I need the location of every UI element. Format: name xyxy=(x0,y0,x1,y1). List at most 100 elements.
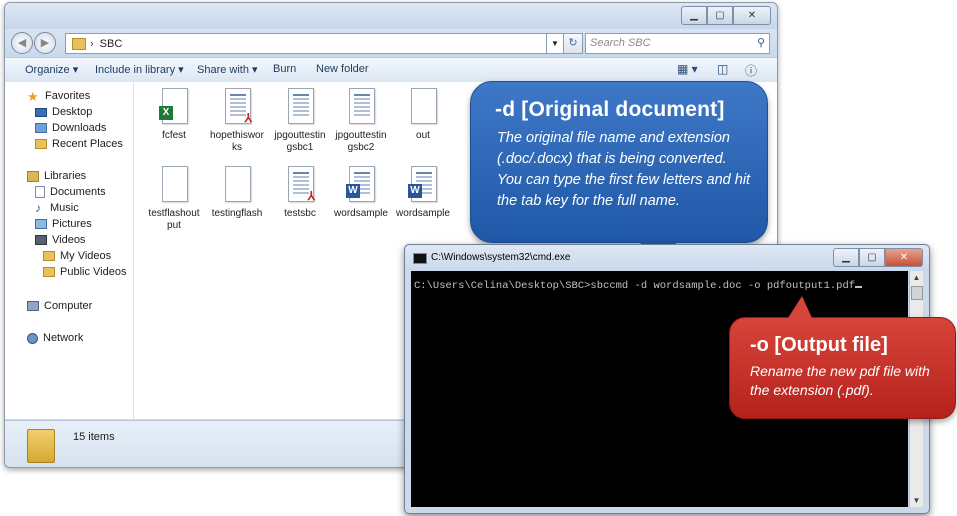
folder-icon xyxy=(43,251,55,261)
scroll-down-icon[interactable]: ▼ xyxy=(910,494,923,507)
breadcrumb-separator: › xyxy=(90,37,94,50)
console-line: C:\Users\Celina\Desktop\SBC>sbccmd -d wo… xyxy=(414,280,863,292)
file-name: hopethisworks xyxy=(210,130,264,153)
search-icon[interactable]: ⚲ xyxy=(757,36,765,49)
sidebar-item-network[interactable]: Network xyxy=(27,332,83,344)
navigation-bar: ◀ ▶ › SBC ▼ ↻ Search SBC ⚲ xyxy=(5,29,777,57)
sidebar-item-desktop[interactable]: Desktop xyxy=(35,106,92,118)
network-icon xyxy=(27,332,38,344)
file-name: testingflash xyxy=(211,208,263,219)
sidebar-item-downloads[interactable]: Downloads xyxy=(35,122,106,134)
videos-icon xyxy=(35,235,47,245)
file-item[interactable]: jpgouttestingsbc2 xyxy=(333,88,389,154)
computer-icon xyxy=(27,301,39,311)
sidebar-label: Desktop xyxy=(52,106,93,118)
image-file-icon xyxy=(285,88,315,126)
sidebar-item-my-videos[interactable]: My Videos xyxy=(43,250,111,262)
view-options-icon[interactable]: ▦ ▾ xyxy=(677,62,698,76)
file-name: testsbc xyxy=(284,208,316,219)
image-file-icon xyxy=(346,88,376,126)
desktop-icon xyxy=(35,107,47,117)
blank-file-icon xyxy=(159,166,189,204)
forward-arrow-icon[interactable]: ▶ xyxy=(34,32,56,54)
sidebar-item-pictures[interactable]: Pictures xyxy=(35,218,92,230)
close-button[interactable]: ✕ xyxy=(733,6,771,25)
sidebar-item-music[interactable]: ♪ Music xyxy=(35,200,79,215)
sidebar-item-favorites[interactable]: ★ Favorites xyxy=(27,88,90,104)
sidebar-label: Computer xyxy=(44,300,93,312)
nav-arrows: ◀ ▶ xyxy=(11,32,57,54)
organize-button[interactable]: Organize ▾ xyxy=(25,63,78,76)
include-in-library-button[interactable]: Include in library ▾ xyxy=(95,63,184,76)
file-item[interactable]: W wordsample xyxy=(333,166,389,220)
search-placeholder: Search SBC xyxy=(590,37,651,49)
address-bar[interactable]: › SBC xyxy=(65,33,554,54)
scroll-thumb[interactable] xyxy=(911,286,923,300)
search-input[interactable]: Search SBC ⚲ xyxy=(585,33,770,54)
breadcrumb-sbc[interactable]: SBC xyxy=(100,38,123,50)
command-text: C:\Users\Celina\Desktop\SBC>sbccmd -d wo… xyxy=(414,280,856,292)
documents-icon xyxy=(35,186,45,198)
file-item[interactable]: ⅄ testsbc xyxy=(272,166,328,220)
sidebar-item-documents[interactable]: Documents xyxy=(35,186,106,198)
music-icon: ♪ xyxy=(35,200,41,215)
explorer-window-buttons: ▁ ▢ ✕ xyxy=(681,6,771,25)
file-name: jpgouttestingsbc1 xyxy=(274,130,326,153)
minimize-button[interactable]: ▁ xyxy=(681,6,707,25)
file-item[interactable]: out xyxy=(395,88,451,142)
burn-button[interactable]: Burn xyxy=(273,63,296,75)
sidebar-label: Pictures xyxy=(52,218,92,230)
help-icon[interactable]: ⓘ xyxy=(745,62,757,79)
sidebar-label: My Videos xyxy=(60,250,112,262)
minimize-button[interactable]: ▁ xyxy=(833,248,859,267)
pdf-file-icon: ⅄ xyxy=(222,88,252,126)
file-item[interactable]: jpgouttestingsbc1 xyxy=(272,88,328,154)
sidebar-label: Libraries xyxy=(44,170,87,182)
word-file-icon: W xyxy=(346,166,376,204)
cmd-title: C:\Windows\system32\cmd.exe xyxy=(431,252,571,263)
sidebar-item-computer[interactable]: Computer xyxy=(27,300,92,312)
sidebar-label: Documents xyxy=(50,186,106,198)
blank-file-icon xyxy=(408,88,438,126)
output-file-callout: -o [Output file] Rename the new pdf file… xyxy=(729,296,956,419)
file-item[interactable]: X fcfest xyxy=(146,88,202,142)
original-document-callout: -d [Original document] The original file… xyxy=(470,81,768,270)
maximize-button[interactable]: ▢ xyxy=(707,6,733,25)
preview-pane-icon[interactable]: ◫ xyxy=(717,62,728,76)
sidebar-item-libraries[interactable]: Libraries xyxy=(27,170,86,182)
file-item[interactable]: testflashoutput xyxy=(146,166,202,232)
folder-icon xyxy=(27,429,55,463)
sidebar-item-videos[interactable]: Videos xyxy=(35,234,85,246)
new-folder-button[interactable]: New folder xyxy=(316,63,369,75)
sidebar-label: Music xyxy=(50,202,79,214)
callout-text: Rename the new pdf file with the extensi… xyxy=(750,363,930,398)
libraries-icon xyxy=(27,170,39,182)
callout-title: -d [Original document] xyxy=(495,98,725,121)
explorer-titlebar: ▁ ▢ ✕ xyxy=(5,3,777,29)
maximize-button[interactable]: ▢ xyxy=(859,248,885,267)
address-dropdown-icon[interactable]: ▼ xyxy=(546,33,564,54)
file-item[interactable]: W wordsample xyxy=(395,166,451,220)
file-item[interactable]: ⅄ hopethisworks xyxy=(209,88,265,154)
sidebar-item-public-videos[interactable]: Public Videos xyxy=(43,266,126,278)
scroll-up-icon[interactable]: ▲ xyxy=(910,271,923,284)
back-arrow-icon[interactable]: ◀ xyxy=(11,32,33,54)
file-name: testflashoutput xyxy=(148,208,200,231)
navigation-pane: ★ Favorites Desktop Downloads Recent Plac… xyxy=(5,82,134,419)
file-name: fcfest xyxy=(162,130,186,141)
sidebar-item-recent-places[interactable]: Recent Places xyxy=(35,138,123,150)
refresh-icon[interactable]: ↻ xyxy=(563,33,583,54)
close-button[interactable]: ✕ xyxy=(885,248,923,267)
sidebar-label: Videos xyxy=(52,234,86,246)
star-icon: ★ xyxy=(27,88,39,104)
recent-places-icon xyxy=(35,139,47,149)
cmd-titlebar: C:\Windows\system32\cmd.exe ▁ ▢ ✕ xyxy=(405,245,929,271)
sidebar-label: Network xyxy=(43,332,84,344)
command-toolbar: Organize ▾ Include in library ▾ Share wi… xyxy=(5,57,777,83)
pdf-file-icon: ⅄ xyxy=(285,166,315,204)
callout-title: -o [Output file] xyxy=(750,334,888,356)
file-item[interactable]: testingflash xyxy=(209,166,265,220)
text-cursor xyxy=(855,286,863,288)
share-with-button[interactable]: Share with ▾ xyxy=(197,63,258,76)
sidebar-label: Recent Places xyxy=(52,138,123,150)
